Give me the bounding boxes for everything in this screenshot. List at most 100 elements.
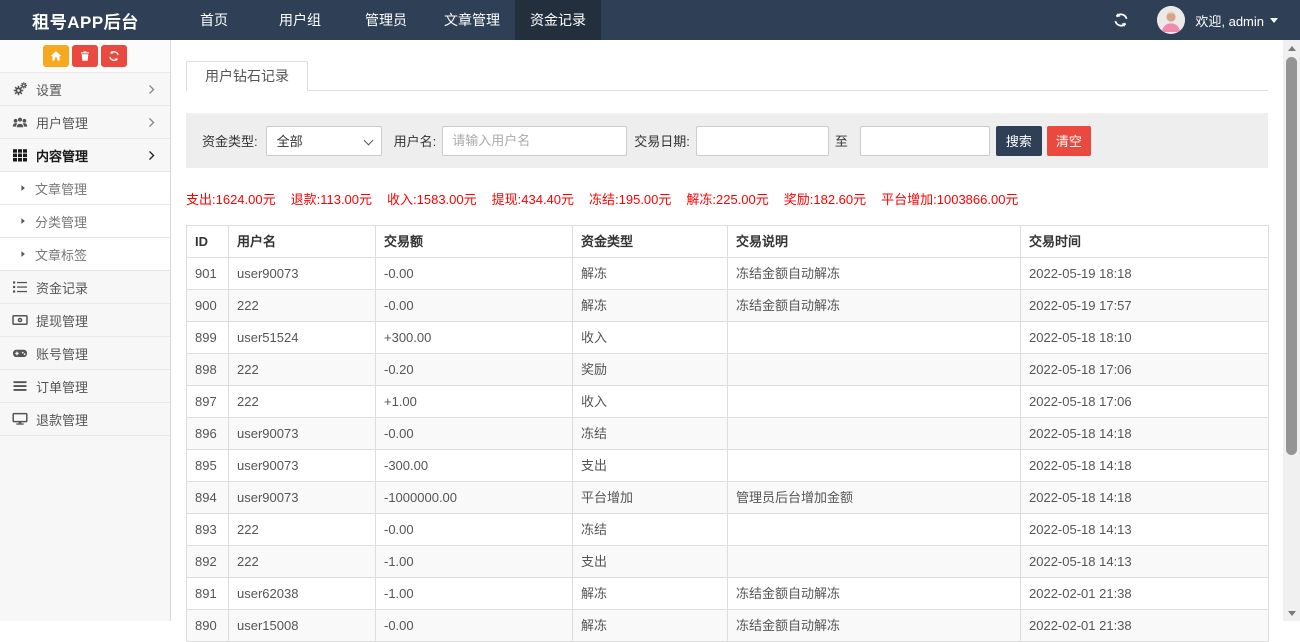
sidebar-item-10[interactable]: 退款管理 xyxy=(0,403,170,436)
table-cell xyxy=(728,514,1021,546)
column-header: 资金类型 xyxy=(573,226,728,258)
refresh-icon[interactable] xyxy=(1113,12,1129,28)
gamepad-icon xyxy=(12,345,28,361)
table-row: 899user51524+300.00收入2022-05-18 18:10 xyxy=(187,322,1269,354)
table-cell: 892 xyxy=(187,546,229,578)
table-cell: 平台增加 xyxy=(573,482,728,514)
sidebar-item-8[interactable]: 账号管理 xyxy=(0,337,170,370)
summary-item: 支出:1624.00元 xyxy=(186,192,276,207)
sidebar-item-label: 订单管理 xyxy=(36,377,88,396)
table-cell: 222 xyxy=(229,514,376,546)
table-cell: 222 xyxy=(229,546,376,578)
sidebar-item-2[interactable]: 内容管理 xyxy=(0,139,170,172)
sidebar-item-label: 提现管理 xyxy=(36,311,88,330)
table-cell: 冻结 xyxy=(573,514,728,546)
table-cell: -300.00 xyxy=(376,450,573,482)
tab-bar: 用户钻石记录 xyxy=(186,60,1268,91)
username-input[interactable] xyxy=(442,126,627,156)
table-cell: 896 xyxy=(187,418,229,450)
table-row: 894user90073-1000000.00平台增加管理员后台增加金额2022… xyxy=(187,482,1269,514)
search-button[interactable]: 搜索 xyxy=(996,126,1042,156)
sidebar-item-6[interactable]: 资金记录 xyxy=(0,271,170,304)
column-header: 交易说明 xyxy=(728,226,1021,258)
summary-item: 解冻:225.00元 xyxy=(686,192,768,207)
column-header: ID xyxy=(187,226,229,258)
table-cell: 2022-05-18 14:13 xyxy=(1021,514,1269,546)
nav-item-1[interactable]: 用户组 xyxy=(257,0,343,40)
sidebar-item-0[interactable]: 设置 xyxy=(0,73,170,106)
table-row: 896user90073-0.00冻结 2022-05-18 14:18 xyxy=(187,418,1269,450)
table-cell: 2022-05-18 17:06 xyxy=(1021,386,1269,418)
table-cell: -0.00 xyxy=(376,418,573,450)
summary-item: 提现:434.40元 xyxy=(492,192,574,207)
date-end-input[interactable] xyxy=(860,126,990,156)
scrollbar-down-arrow[interactable] xyxy=(1283,606,1300,620)
table-cell xyxy=(728,386,1021,418)
table-cell: 冻结金额自动解冻 xyxy=(728,290,1021,322)
recycle-button[interactable] xyxy=(101,45,127,67)
table-cell: -0.00 xyxy=(376,258,573,290)
table-cell: user90073 xyxy=(229,258,376,290)
table-cell: 2022-05-19 17:57 xyxy=(1021,290,1269,322)
table-cell xyxy=(728,322,1021,354)
scrollbar[interactable] xyxy=(1283,40,1300,621)
clear-button[interactable]: 清空 xyxy=(1047,126,1091,156)
table-cell: 2022-05-18 14:18 xyxy=(1021,482,1269,514)
trash-icon xyxy=(79,50,91,62)
records-table: ID用户名交易额资金类型交易说明交易时间 901user90073-0.00解冻… xyxy=(186,225,1269,642)
sidebar-item-9[interactable]: 订单管理 xyxy=(0,370,170,403)
nav-item-3[interactable]: 文章管理 xyxy=(429,0,515,40)
bars-icon xyxy=(12,378,28,394)
caret-right-icon xyxy=(18,183,28,193)
trash-button[interactable] xyxy=(72,45,98,67)
chevron-right-icon xyxy=(145,83,158,96)
table-cell: +300.00 xyxy=(376,322,573,354)
table-row: 890user15008-0.00解冻冻结金额自动解冻2022-02-01 21… xyxy=(187,610,1269,642)
sidebar-subitem-4[interactable]: 分类管理 xyxy=(0,205,170,238)
table-cell: user90073 xyxy=(229,418,376,450)
table-cell: 2022-05-19 18:18 xyxy=(1021,258,1269,290)
table-header: ID用户名交易额资金类型交易说明交易时间 xyxy=(187,226,1269,258)
summary-item: 收入:1583.00元 xyxy=(387,192,477,207)
table-cell: user90073 xyxy=(229,482,376,514)
sidebar-item-label: 设置 xyxy=(36,80,62,99)
users-icon xyxy=(12,114,28,130)
sidebar-item-1[interactable]: 用户管理 xyxy=(0,106,170,139)
scrollbar-thumb[interactable] xyxy=(1286,57,1297,455)
summary-line: 支出:1624.00元退款:113.00元收入:1583.00元提现:434.4… xyxy=(186,189,1268,208)
table-cell: 解冻 xyxy=(573,610,728,642)
sidebar-item-7[interactable]: 提现管理 xyxy=(0,304,170,337)
filter-bar: 资金类型: 全部 用户名: 交易日期: 至 搜索 清空 xyxy=(186,113,1268,168)
table-cell: 2022-05-18 14:18 xyxy=(1021,418,1269,450)
nav-item-0[interactable]: 首页 xyxy=(171,0,257,40)
scrollbar-up-arrow[interactable] xyxy=(1283,41,1300,55)
nav-item-4[interactable]: 资金记录 xyxy=(515,0,601,40)
table-cell: 支出 xyxy=(573,546,728,578)
recycle-icon xyxy=(108,50,120,62)
table-cell: 奖励 xyxy=(573,354,728,386)
app-brand[interactable]: 租号APP后台 xyxy=(0,0,171,40)
table-cell: 222 xyxy=(229,290,376,322)
table-cell: -0.00 xyxy=(376,290,573,322)
sidebar-subitem-5[interactable]: 文章标签 xyxy=(0,238,170,271)
navbar-right: 欢迎, admin xyxy=(1113,0,1300,40)
home-button[interactable] xyxy=(43,45,69,67)
avatar[interactable] xyxy=(1157,6,1185,34)
table-cell: 支出 xyxy=(573,450,728,482)
date-start-input[interactable] xyxy=(696,126,829,156)
fund-type-select[interactable]: 全部 xyxy=(266,126,382,156)
table-cell: 收入 xyxy=(573,386,728,418)
table-cell: 解冻 xyxy=(573,258,728,290)
table-cell: 冻结 xyxy=(573,418,728,450)
summary-item: 平台增加:1003866.00元 xyxy=(881,192,1018,207)
sidebar-subitem-label: 分类管理 xyxy=(35,212,87,231)
nav-item-2[interactable]: 管理员 xyxy=(343,0,429,40)
table-cell xyxy=(728,354,1021,386)
tab-user-diamond-records[interactable]: 用户钻石记录 xyxy=(186,61,308,91)
table-cell: user15008 xyxy=(229,610,376,642)
cogs-icon xyxy=(12,81,28,97)
sidebar-subitem-3[interactable]: 文章管理 xyxy=(0,172,170,205)
money-icon xyxy=(12,312,28,328)
welcome-dropdown[interactable]: 欢迎, admin xyxy=(1195,11,1278,30)
table-row: 898222-0.20奖励2022-05-18 17:06 xyxy=(187,354,1269,386)
